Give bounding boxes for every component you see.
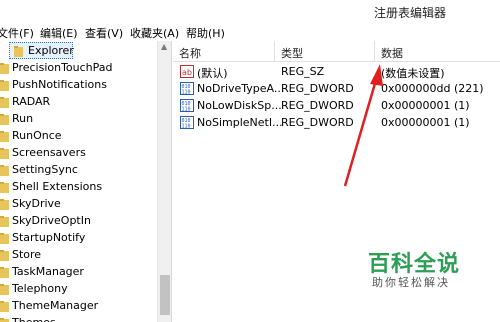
value-data: 0x00000001 (1) [381,116,470,129]
value-name: NoDriveTypeA... [197,82,285,95]
tree-item[interactable]: Themes [0,315,158,322]
folder-icon [0,182,9,193]
tree-item[interactable]: StartupNotify [0,230,158,247]
column-data[interactable]: 数据 [381,45,403,61]
svg-text:110: 110 [182,107,191,113]
value-data: (数值未设置) [381,67,445,80]
folder-icon [0,131,9,142]
folder-icon [0,284,9,295]
tree-item-explorer[interactable]: Explorer [0,42,158,60]
tree-item[interactable]: SkyDrive [0,196,158,213]
value-data: 0x000000dd (221) [381,82,484,95]
tree-item-label: SkyDriveOptIn [12,214,91,227]
binary-value-icon: 010110 [180,82,194,95]
list-row[interactable]: 010 110 NoSimpleNetI... REG_DWORD 0x00000001… [173,114,500,131]
folder-icon [0,63,9,74]
tree-item-label: SkyDrive [12,197,61,210]
title-bar: 注册表编辑器 [0,0,500,22]
tree-item-label: RunOnce [12,129,62,142]
binary-value-icon: 010110 [180,99,194,112]
folder-icon [0,216,9,227]
tree-item-label: Themes [12,316,56,322]
watermark-subtitle: 助你轻松解决 [372,276,450,289]
tree-item[interactable]: RunOnce [0,128,158,145]
folder-icon [0,80,9,91]
list-header: 名称 类型 数据 [173,41,500,62]
tree-item[interactable]: Screensavers [0,145,158,162]
folder-icon [0,199,9,210]
tree-item[interactable]: Store [0,247,158,264]
value-name: NoSimpleNetI... [197,116,283,129]
column-type[interactable]: 类型 [281,45,303,61]
string-value-icon: ab [180,65,194,78]
tree-item[interactable]: TaskManager [0,264,158,281]
menu-view[interactable]: 查看(V) [85,25,123,41]
tree-item[interactable]: PrecisionTouchPad [0,60,158,77]
tree-item[interactable]: RADAR [0,94,158,111]
watermark: 百科全说 助你轻松解决 [368,246,478,292]
folder-icon [0,165,9,176]
folder-icon [0,114,9,125]
tree-item-label: PrecisionTouchPad [12,61,113,74]
column-name[interactable]: 名称 [179,45,201,61]
tree-item-label: Shell Extensions [12,180,103,193]
tree-item[interactable]: Run [0,111,158,128]
registry-tree[interactable]: Explorer PrecisionTouchPad PushNotificati… [0,41,172,322]
folder-icon [0,148,9,159]
tree-item-label: StartupNotify [12,231,86,244]
menu-help[interactable]: 帮助(H) [186,25,225,41]
tree-item[interactable]: ThemeManager [0,298,158,315]
folder-icon [0,318,9,322]
tree-item-label: TaskManager [12,265,84,278]
folder-icon [0,301,9,312]
value-type: REG_SZ [281,65,325,78]
tree-item[interactable]: Telephony [0,281,158,298]
scroll-up-icon[interactable]: ▲ [161,42,167,51]
menu-file[interactable]: 文件(F) [0,25,34,41]
tree-item[interactable]: Shell Extensions [0,179,158,196]
value-name: (默认) [197,67,228,80]
folder-open-icon [14,46,23,57]
folder-icon [0,250,9,261]
svg-text:ab: ab [182,68,192,77]
column-divider[interactable] [274,41,275,62]
svg-text:110: 110 [182,90,191,96]
value-type: REG_DWORD [281,82,354,95]
tree-item-label: SettingSync [12,163,78,176]
window-title: 注册表编辑器 [374,6,447,20]
column-divider[interactable] [374,41,375,62]
menu-favorites[interactable]: 收藏夹(A) [130,25,179,41]
tree-item-label: Run [12,112,34,125]
tree-item-label: RADAR [12,95,51,108]
folder-icon [0,233,9,244]
folder-icon [0,267,9,278]
menu-bar: 文件(F) 编辑(E) 查看(V) 收藏夹(A) 帮助(H) [0,22,500,41]
menu-edit[interactable]: 编辑(E) [40,25,78,41]
tree-item-label: Store [12,248,42,261]
tree-item[interactable]: SettingSync [0,162,158,179]
binary-value-icon: 010110 [180,116,194,129]
tree-item-label: Explorer [28,44,74,57]
value-data: 0x00000001 (1) [381,99,470,112]
tree-item[interactable]: SkyDriveOptIn [0,213,158,230]
tree-item-label: Screensavers [12,146,86,159]
tree-item-label: PushNotifications [12,78,107,91]
tree-scrollbar[interactable]: ▲ [157,41,171,322]
list-row[interactable]: 010 110 NoLowDiskSp... REG_DWORD 0x00000001 … [173,97,500,114]
list-row[interactable]: ab (默认) REG_SZ (数值未设置) [173,63,500,80]
tree-item-label: ThemeManager [12,299,99,312]
list-row[interactable]: 010 110 NoDriveTypeA... REG_DWORD 0x000000dd… [173,80,500,97]
value-name: NoLowDiskSp... [197,99,282,112]
folder-icon [0,97,9,108]
svg-text:110: 110 [182,124,191,130]
value-type: REG_DWORD [281,116,354,129]
value-type: REG_DWORD [281,99,354,112]
scrollbar-thumb[interactable] [160,275,170,315]
tree-item[interactable]: PushNotifications [0,77,158,94]
tree-item-label: Telephony [12,282,68,295]
